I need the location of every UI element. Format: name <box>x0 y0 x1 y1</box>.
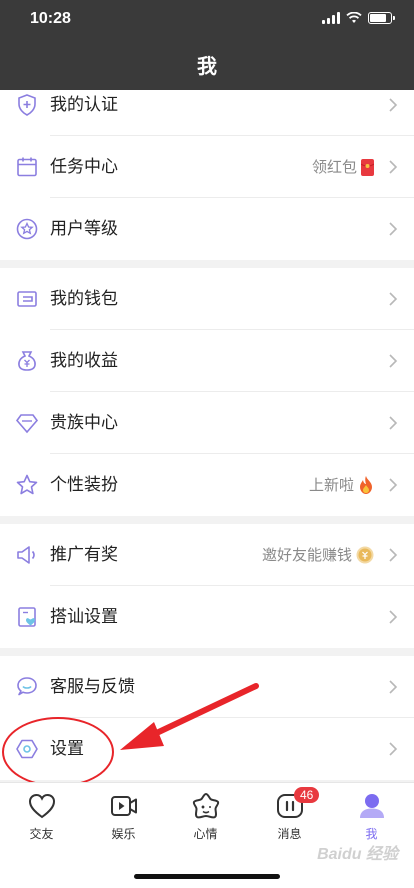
chevron-right-icon <box>389 548 398 562</box>
star-icon <box>16 474 38 495</box>
row-label: 设置 <box>50 739 84 759</box>
diamond-icon <box>15 414 39 434</box>
row-hint-text: 上新啦 <box>308 476 354 494</box>
wifi-icon <box>346 12 362 23</box>
row-label: 个性装扮 <box>50 475 118 495</box>
row-hint: 邀好友能赚钱 <box>262 524 374 586</box>
settings-list: 我的认证 任务中心 领红包 用户等级 我的钱包 我的收益 贵族中心 个性装扮 上… <box>0 90 414 782</box>
hexagon-gear-icon <box>16 739 38 759</box>
chat-bubble-icon <box>17 677 37 696</box>
list-group-support: 客服与反馈 设置 <box>0 656 414 780</box>
row-label: 贵族中心 <box>50 413 118 433</box>
row-level[interactable]: 用户等级 <box>0 198 414 260</box>
chevron-right-icon <box>389 98 398 112</box>
row-label: 我的收益 <box>50 351 118 371</box>
chevron-right-icon <box>389 680 398 694</box>
star-badge-icon <box>16 218 38 240</box>
user-avatar-icon <box>359 794 384 818</box>
row-settings[interactable]: 设置 <box>0 718 414 780</box>
list-group-promo: 推广有奖 邀好友能赚钱 搭讪设置 <box>0 524 414 648</box>
page-title: 我 <box>197 54 217 78</box>
video-play-icon <box>110 796 137 816</box>
wallet-icon <box>17 291 37 307</box>
chevron-right-icon <box>389 354 398 368</box>
chevron-right-icon <box>389 416 398 430</box>
tab-messages[interactable]: 46 消息 <box>248 787 331 842</box>
row-service[interactable]: 客服与反馈 <box>0 656 414 718</box>
row-label: 我的钱包 <box>50 289 118 309</box>
row-noble[interactable]: 贵族中心 <box>0 392 414 454</box>
tab-me[interactable]: 我 <box>330 791 413 842</box>
heart-doc-icon <box>18 607 36 627</box>
tab-label: 娱乐 <box>111 827 136 841</box>
row-dress[interactable]: 个性装扮 上新啦 <box>0 454 414 516</box>
row-chat-settings[interactable]: 搭讪设置 <box>0 586 414 648</box>
signal-icon <box>322 12 340 24</box>
row-hint: 领红包 <box>312 136 374 198</box>
row-label: 任务中心 <box>50 157 118 177</box>
row-promo[interactable]: 推广有奖 邀好友能赚钱 <box>0 524 414 586</box>
row-hint: 上新啦 <box>309 454 374 516</box>
row-cert[interactable]: 我的认证 <box>0 90 414 136</box>
tab-label: 交友 <box>29 827 54 841</box>
status-icons <box>322 12 395 24</box>
fire-icon <box>360 476 372 494</box>
tab-mood[interactable]: 心情 <box>164 791 247 842</box>
shield-plus-icon <box>18 94 36 116</box>
chevron-right-icon <box>389 292 398 306</box>
chevron-right-icon <box>389 742 398 756</box>
unread-badge: 46 <box>294 787 320 803</box>
battery-icon <box>368 12 395 24</box>
calendar-icon <box>17 157 37 177</box>
status-bar: 10:28 <box>0 0 414 40</box>
row-label: 推广有奖 <box>50 545 118 565</box>
chevron-right-icon <box>389 610 398 624</box>
list-group-account: 我的认证 任务中心 领红包 用户等级 <box>0 90 414 260</box>
chevron-right-icon <box>389 478 398 492</box>
nav-bar: 我 <box>0 40 414 90</box>
chevron-right-icon <box>389 160 398 174</box>
chevron-right-icon <box>389 222 398 236</box>
tab-bar: 交友 娱乐 心情 46 消息 我 <box>0 782 414 888</box>
star-face-icon <box>192 793 219 819</box>
watermark: Baidu 经验 <box>317 846 398 863</box>
row-label: 客服与反馈 <box>50 677 135 697</box>
row-label: 我的认证 <box>50 95 118 115</box>
speaker-icon <box>17 546 35 564</box>
row-label: 用户等级 <box>50 219 118 239</box>
tab-entertainment[interactable]: 娱乐 <box>82 791 165 842</box>
home-indicator <box>134 874 280 879</box>
row-hint-text: 领红包 <box>311 158 357 176</box>
list-group-wallet: 我的钱包 我的收益 贵族中心 个性装扮 上新啦 <box>0 268 414 516</box>
status-time: 10:28 <box>30 10 71 27</box>
row-wallet[interactable]: 我的钱包 <box>0 268 414 330</box>
row-income[interactable]: 我的收益 <box>0 330 414 392</box>
row-task[interactable]: 任务中心 领红包 <box>0 136 414 198</box>
money-bag-icon <box>18 351 36 371</box>
heart-outline-icon <box>28 793 55 819</box>
red-envelope-icon <box>361 158 374 176</box>
row-label: 搭讪设置 <box>50 607 118 627</box>
tab-friends[interactable]: 交友 <box>0 791 83 842</box>
tab-label: 心情 <box>193 827 218 841</box>
row-hint-text: 邀好友能赚钱 <box>261 546 352 564</box>
coin-icon <box>356 546 374 564</box>
